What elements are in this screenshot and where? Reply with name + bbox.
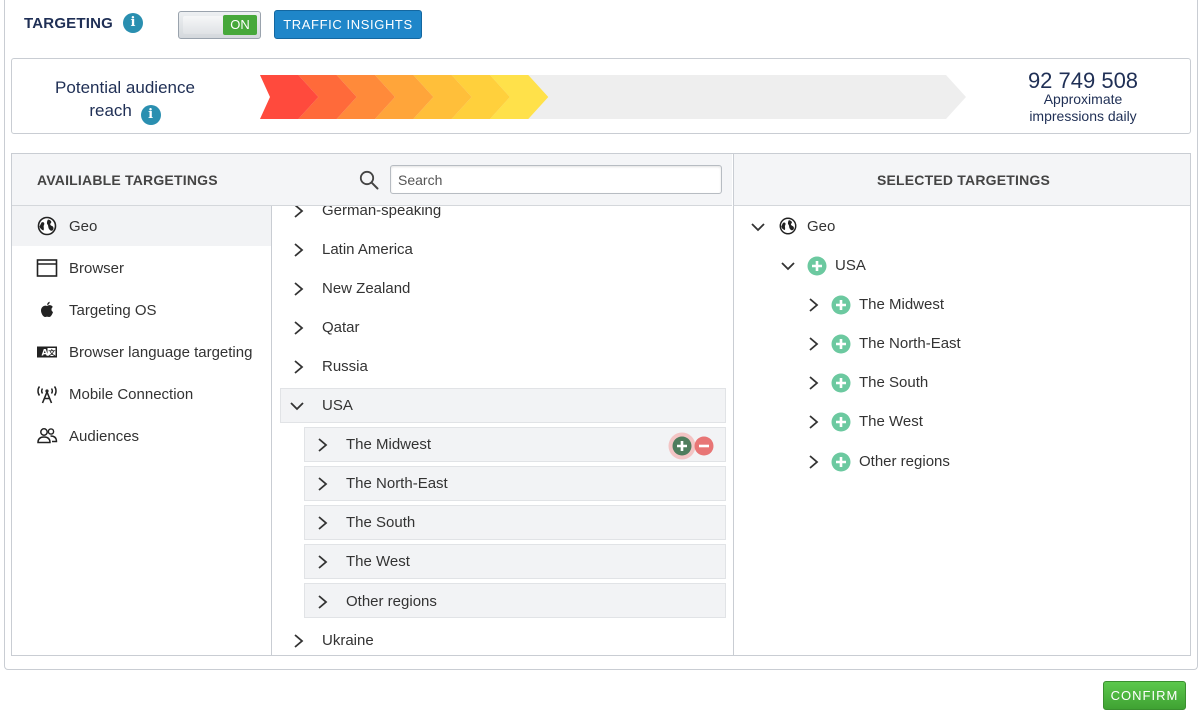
category-label: Geo <box>69 218 98 235</box>
selected-region-label: The Midwest <box>859 296 945 313</box>
apple-icon <box>41 301 53 318</box>
confirm-button[interactable]: CONFIRM <box>1103 681 1186 710</box>
category-label: Browser <box>69 260 125 277</box>
chevron-right-icon[interactable] <box>316 592 330 612</box>
chevron-right-icon[interactable] <box>807 373 821 393</box>
tree-item-label: The North-East <box>346 475 448 492</box>
available-targetings-title: AVAILIABLE TARGETINGS <box>37 172 218 188</box>
chevron-right-icon[interactable] <box>807 412 821 432</box>
svg-text:文: 文 <box>48 348 56 357</box>
targetings-panel: AVAILIABLE TARGETINGS SELECTED TARGETING… <box>11 153 1191 656</box>
search-icon[interactable] <box>359 170 379 190</box>
category-label: Targeting OS <box>69 302 157 319</box>
selected-region-label: The South <box>859 374 929 391</box>
search-input[interactable] <box>390 165 722 194</box>
category-label: Mobile Connection <box>69 386 194 403</box>
antenna-icon <box>37 386 57 404</box>
users-icon <box>37 428 58 444</box>
chevron-right-icon[interactable] <box>316 474 330 494</box>
tree-item-label: The Midwest <box>346 436 432 453</box>
impressions-caption: Approximate impressions daily <box>1029 91 1137 124</box>
chevron-right-icon[interactable] <box>807 334 821 354</box>
selected-usa-label: USA <box>835 257 866 274</box>
chevron-right-icon[interactable] <box>292 318 306 338</box>
category-browser[interactable]: Browser <box>12 248 271 288</box>
info-icon[interactable]: i <box>140 105 161 125</box>
globe-icon <box>779 217 797 235</box>
category-mobile-connection[interactable]: Mobile Connection <box>12 374 271 414</box>
tree-item-label: The West <box>346 553 410 570</box>
selected-targetings-header: SELECTED TARGETINGS <box>733 154 1190 206</box>
category-audiences[interactable]: Audiences <box>12 416 271 456</box>
chevron-right-icon[interactable] <box>807 295 821 315</box>
selected-region-label: The West <box>859 413 923 430</box>
chevron-right-icon[interactable] <box>316 513 330 533</box>
browser-window-icon <box>36 259 58 277</box>
add-circle-icon[interactable] <box>831 412 851 432</box>
chevron-down-icon[interactable] <box>289 396 305 416</box>
add-circle-icon[interactable] <box>831 452 851 472</box>
add-region-button[interactable] <box>668 432 696 460</box>
chevron-right-icon[interactable] <box>292 631 306 651</box>
chevron-right-icon[interactable] <box>292 279 306 299</box>
chevron-right-icon[interactable] <box>316 552 330 572</box>
add-circle-icon[interactable] <box>831 295 851 315</box>
tree-item-label: Ukraine <box>322 632 374 649</box>
chevron-down-icon[interactable] <box>750 217 766 237</box>
audience-reach-bar <box>260 75 966 119</box>
chevron-right-icon[interactable] <box>292 357 306 377</box>
category-targeting-os[interactable]: Targeting OS <box>12 290 271 330</box>
selected-targetings-title: SELECTED TARGETINGS <box>876 172 1051 188</box>
reach-fill <box>260 75 549 119</box>
chevron-right-icon[interactable] <box>316 435 330 455</box>
tree-item-label: Latin America <box>322 241 413 258</box>
add-circle-icon[interactable] <box>831 373 851 393</box>
toggle-knob <box>183 16 223 34</box>
selected-geo-label: Geo <box>807 218 836 235</box>
selected-region-label: Other regions <box>859 453 950 470</box>
chevron-right-icon[interactable] <box>807 452 821 472</box>
selected-region-label: The North-East <box>859 335 961 352</box>
audience-reach-text: Potential audience reach <box>55 78 195 120</box>
tree-item-label: Other regions <box>346 593 437 610</box>
category-label: Browser language targeting <box>69 344 253 361</box>
audience-reach-label: Potential audience reach i <box>40 76 210 125</box>
info-icon[interactable]: i <box>123 13 143 33</box>
geo-tree: German-speaking Latin America New Zealan… <box>273 206 732 655</box>
add-circle-icon[interactable] <box>831 334 851 354</box>
tree-item-label: Russia <box>322 358 368 375</box>
tree-item-label: Qatar <box>322 319 360 336</box>
toggle-on-label: ON <box>223 15 257 35</box>
category-list: Geo Browser Targeting OS A 文 Browser lan <box>12 206 272 655</box>
chevron-right-icon[interactable] <box>292 240 306 260</box>
targeting-title: TARGETING <box>24 15 114 32</box>
selected-tree: Geo USA The Midwest The North-East The S… <box>733 206 1190 655</box>
remove-region-button[interactable] <box>694 436 714 456</box>
targeting-toggle[interactable]: ON <box>178 11 261 39</box>
tree-item-label: USA <box>322 397 353 414</box>
category-browser-language[interactable]: A 文 Browser language targeting <box>12 332 271 372</box>
category-label: Audiences <box>69 428 140 445</box>
chevron-right-icon[interactable] <box>292 206 306 221</box>
globe-icon <box>37 216 57 236</box>
tree-item-label: New Zealand <box>322 280 411 297</box>
language-icon: A 文 <box>37 346 57 358</box>
tree-item-label: German-speaking <box>322 206 442 219</box>
tree-item-label: The South <box>346 514 416 531</box>
audience-reach-panel: Potential audience reach i 92 749 508 Ap… <box>11 58 1191 134</box>
add-circle-icon[interactable] <box>807 256 827 276</box>
traffic-insights-button[interactable]: TRAFFIC INSIGHTS <box>274 10 422 39</box>
chevron-down-icon[interactable] <box>780 256 796 276</box>
category-geo[interactable]: Geo <box>12 206 271 246</box>
available-targetings-header: AVAILIABLE TARGETINGS <box>12 154 732 206</box>
